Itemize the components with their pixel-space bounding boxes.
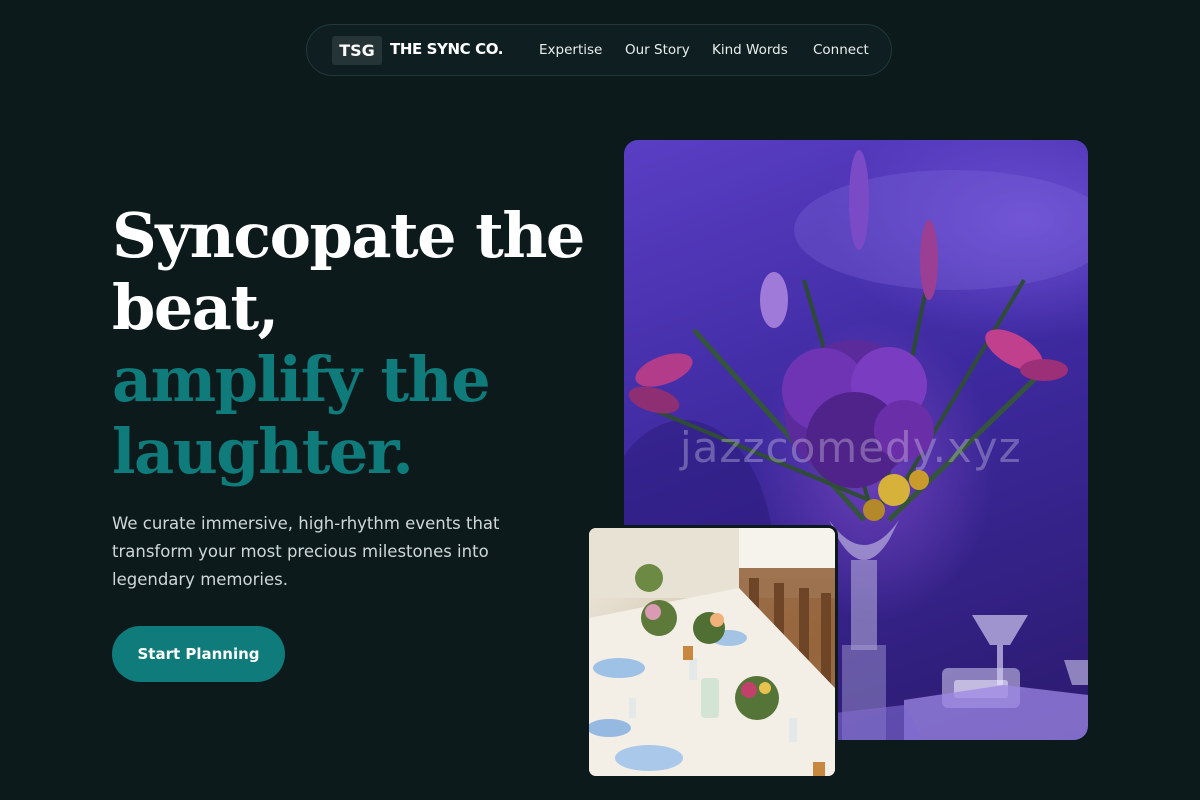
top-navigation: TSG THE SYNC CO. Expertise Our Story Kin…: [306, 24, 892, 76]
nav-link-expertise[interactable]: Expertise: [539, 42, 602, 58]
nav-link-our-story[interactable]: Our Story: [625, 42, 690, 58]
table-setting-illustration: [589, 528, 835, 776]
hero-subtitle: We curate immersive, high-rhythm events …: [112, 514, 500, 589]
headline-accent-line-2: laughter.: [112, 415, 414, 488]
nav-link-kind-words[interactable]: Kind Words: [712, 42, 788, 58]
image-watermark: jazzcomedy.xyz: [680, 423, 1022, 472]
nav-link-connect[interactable]: Connect: [813, 42, 869, 58]
hero-image-table-setting: [586, 525, 838, 779]
headline-line-1: Syncopate the: [112, 199, 585, 272]
brand-name[interactable]: THE SYNC CO.: [390, 40, 503, 58]
logo-badge[interactable]: TSG: [332, 36, 382, 65]
headline-accent-line-1: amplify the: [112, 343, 491, 416]
hero-headline: Syncopate the beat, amplify the laughter…: [112, 199, 585, 488]
start-planning-button[interactable]: Start Planning: [112, 626, 285, 682]
headline-line-2: beat,: [112, 271, 279, 344]
